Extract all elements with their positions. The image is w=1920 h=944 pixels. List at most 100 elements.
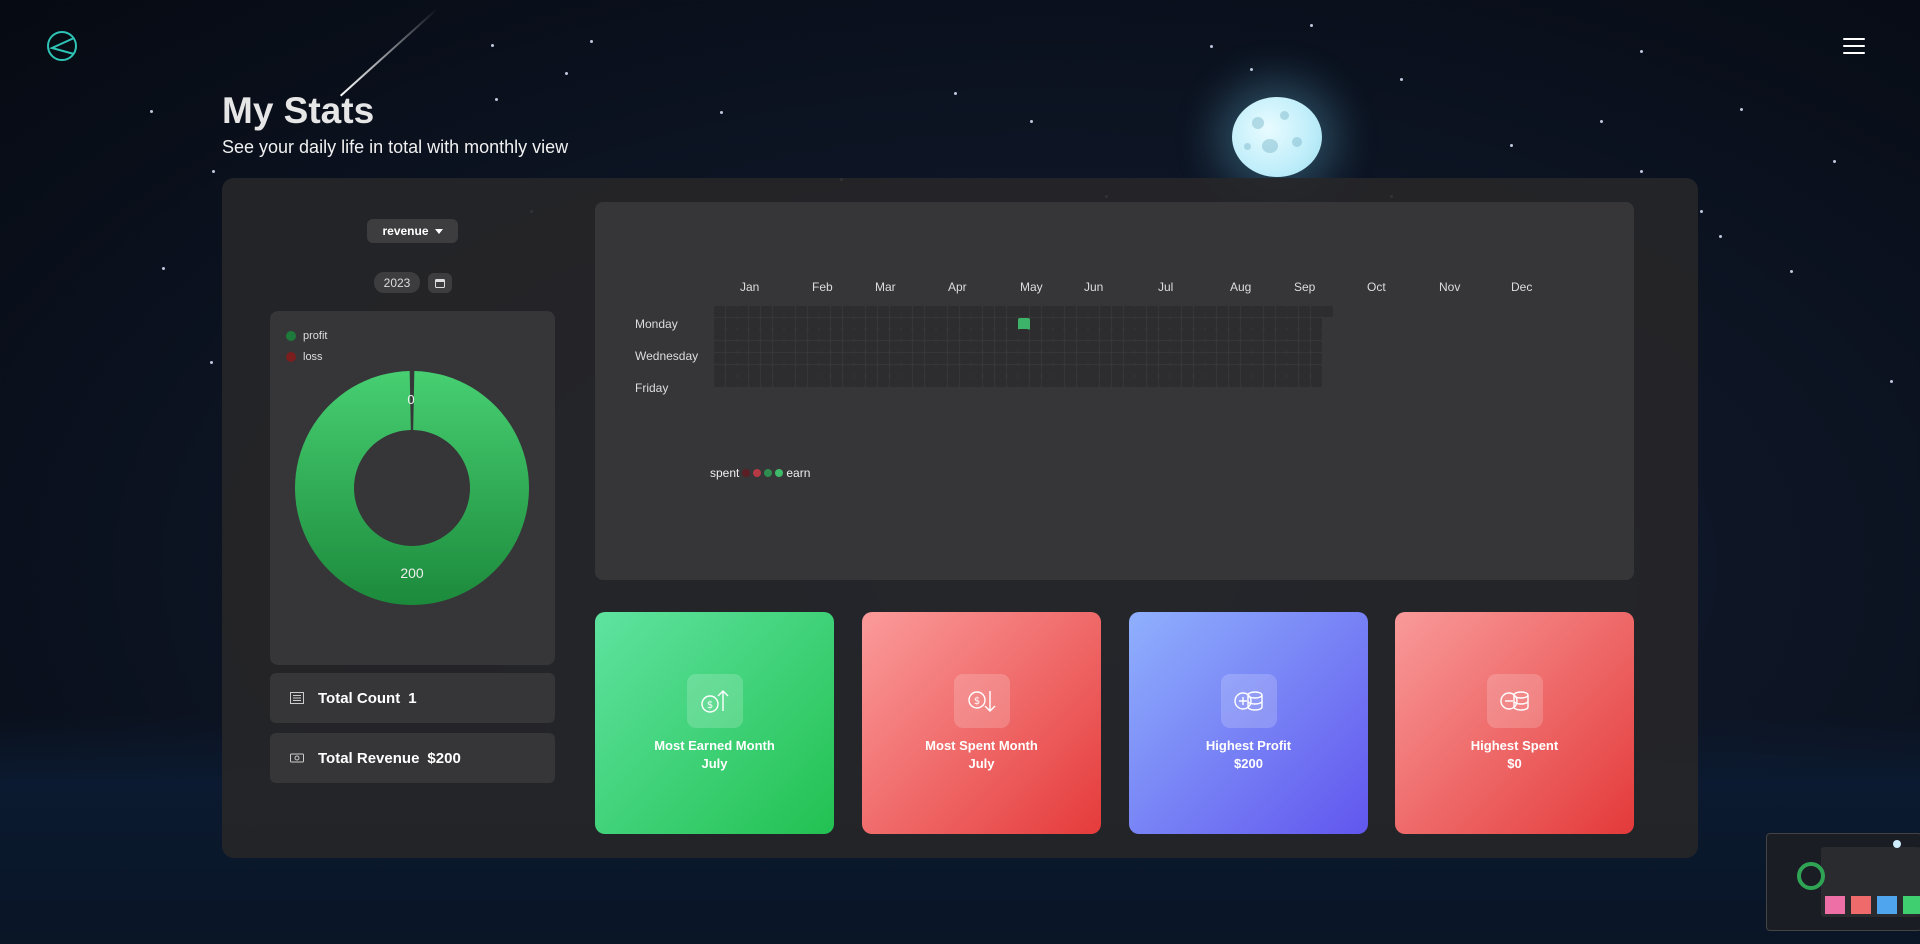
heatmap-cell[interactable]	[714, 352, 725, 364]
heatmap-cell[interactable]	[714, 364, 725, 376]
heatmap-cell[interactable]	[901, 329, 913, 341]
heatmap-cell[interactable]	[1065, 352, 1076, 364]
heatmap-cell[interactable]	[725, 329, 737, 341]
heatmap-cell[interactable]	[1018, 306, 1030, 317]
heatmap-cell[interactable]	[737, 352, 749, 364]
heatmap-cell[interactable]	[971, 306, 983, 317]
heatmap-cell[interactable]	[1123, 341, 1135, 353]
heatmap-cell[interactable]	[994, 317, 1006, 329]
heatmap-cell[interactable]	[1310, 341, 1322, 353]
heatmap-cell[interactable]	[1146, 341, 1158, 353]
heatmap-cell[interactable]	[1088, 306, 1100, 317]
heatmap-cell[interactable]	[725, 364, 737, 376]
heatmap-cell[interactable]	[842, 306, 854, 317]
heatmap-cell[interactable]	[1100, 341, 1112, 353]
heatmap-cell[interactable]	[1240, 329, 1252, 341]
heatmap-cell[interactable]	[842, 317, 854, 329]
heatmap-cell[interactable]	[877, 376, 889, 388]
heatmap-cell[interactable]	[1240, 376, 1252, 388]
heatmap-cell[interactable]	[1065, 341, 1076, 353]
heatmap-cell[interactable]	[1065, 364, 1076, 376]
heatmap-cell[interactable]	[1299, 317, 1310, 329]
heatmap-cell[interactable]	[1158, 341, 1170, 353]
heatmap-cell[interactable]	[1310, 306, 1322, 317]
heatmap-cell[interactable]	[1205, 376, 1217, 388]
heatmap-cell[interactable]	[1263, 376, 1275, 388]
heatmap-cell[interactable]	[1029, 376, 1041, 388]
heatmap-cell[interactable]	[1018, 329, 1030, 341]
heatmap-cell[interactable]	[725, 317, 737, 329]
heatmap-cell[interactable]	[714, 376, 725, 388]
heatmap-cell[interactable]	[983, 364, 995, 376]
heatmap-cell[interactable]	[877, 364, 889, 376]
heatmap-cell[interactable]	[1065, 306, 1076, 317]
heatmap-cell[interactable]	[1158, 306, 1170, 317]
heatmap-cell[interactable]	[901, 376, 913, 388]
heatmap-cell[interactable]	[714, 317, 725, 329]
heatmap-cell[interactable]	[1041, 352, 1053, 364]
heatmap-cell[interactable]	[807, 364, 819, 376]
heatmap-cell[interactable]	[807, 317, 819, 329]
heatmap-cell[interactable]	[1123, 376, 1135, 388]
heatmap-cell[interactable]	[912, 306, 924, 317]
heatmap-cell[interactable]	[948, 364, 959, 376]
heatmap-cell[interactable]	[866, 364, 878, 376]
heatmap-cell[interactable]	[1182, 329, 1193, 341]
heatmap-cell[interactable]	[842, 329, 854, 341]
heatmap-cell[interactable]	[901, 317, 913, 329]
heatmap-cell[interactable]	[901, 341, 913, 353]
heatmap-cell[interactable]	[1111, 317, 1123, 329]
heatmap-cell[interactable]	[749, 306, 761, 317]
heatmap-cell[interactable]	[1205, 341, 1217, 353]
heatmap-cell[interactable]	[1275, 376, 1287, 388]
heatmap-cell[interactable]	[795, 352, 807, 364]
heatmap-cell[interactable]	[1111, 341, 1123, 353]
heatmap-cell[interactable]	[994, 329, 1006, 341]
heatmap-cell[interactable]	[784, 317, 796, 329]
heatmap-cell[interactable]	[1205, 329, 1217, 341]
heatmap-cell[interactable]	[1146, 329, 1158, 341]
heatmap-cell[interactable]	[1287, 306, 1299, 317]
heatmap-cell[interactable]	[854, 376, 866, 388]
heatmap-cell[interactable]	[819, 376, 831, 388]
heatmap-cell[interactable]	[1076, 376, 1088, 388]
heatmap-cell[interactable]	[1088, 376, 1100, 388]
heatmap-cell[interactable]	[1053, 376, 1065, 388]
heatmap-cell[interactable]	[1111, 329, 1123, 341]
heatmap-cell[interactable]	[1135, 341, 1147, 353]
hamburger-menu-icon[interactable]	[1843, 38, 1865, 56]
heatmap-cell[interactable]	[749, 352, 761, 364]
heatmap-cell[interactable]	[737, 341, 749, 353]
heatmap-cell[interactable]	[1123, 352, 1135, 364]
heatmap-cell[interactable]	[1310, 352, 1322, 364]
heatmap-cell[interactable]	[1018, 352, 1030, 364]
heatmap-cell[interactable]	[1029, 352, 1041, 364]
heatmap-cell[interactable]	[971, 376, 983, 388]
heatmap-cell[interactable]	[1228, 317, 1240, 329]
heatmap-cell[interactable]	[1182, 364, 1193, 376]
heatmap-cell[interactable]	[889, 352, 901, 364]
heatmap-cell[interactable]	[1275, 306, 1287, 317]
heatmap-cell[interactable]	[866, 306, 878, 317]
heatmap-cell[interactable]	[1205, 306, 1217, 317]
heatmap-cell[interactable]	[1041, 341, 1053, 353]
heatmap-cell[interactable]	[1029, 341, 1041, 353]
heatmap-cell[interactable]	[749, 364, 761, 376]
heatmap-cell[interactable]	[1100, 364, 1112, 376]
heatmap-cell[interactable]	[1299, 329, 1310, 341]
heatmap-cell[interactable]	[1041, 317, 1053, 329]
heatmap-cell[interactable]	[1100, 306, 1112, 317]
heatmap-cell[interactable]	[1263, 364, 1275, 376]
heatmap-cell[interactable]	[971, 317, 983, 329]
heatmap-cell[interactable]	[807, 352, 819, 364]
heatmap-cell[interactable]	[1111, 376, 1123, 388]
heatmap-cell[interactable]	[1146, 364, 1158, 376]
heatmap-cell[interactable]	[1263, 317, 1275, 329]
heatmap-cell[interactable]	[983, 352, 995, 364]
heatmap-cell[interactable]	[737, 376, 749, 388]
heatmap-cell[interactable]	[1018, 376, 1030, 388]
heatmap-cell[interactable]	[1146, 317, 1158, 329]
heatmap-cell[interactable]	[912, 376, 924, 388]
heatmap-cell[interactable]	[1252, 376, 1264, 388]
heatmap-cell[interactable]	[924, 329, 936, 341]
